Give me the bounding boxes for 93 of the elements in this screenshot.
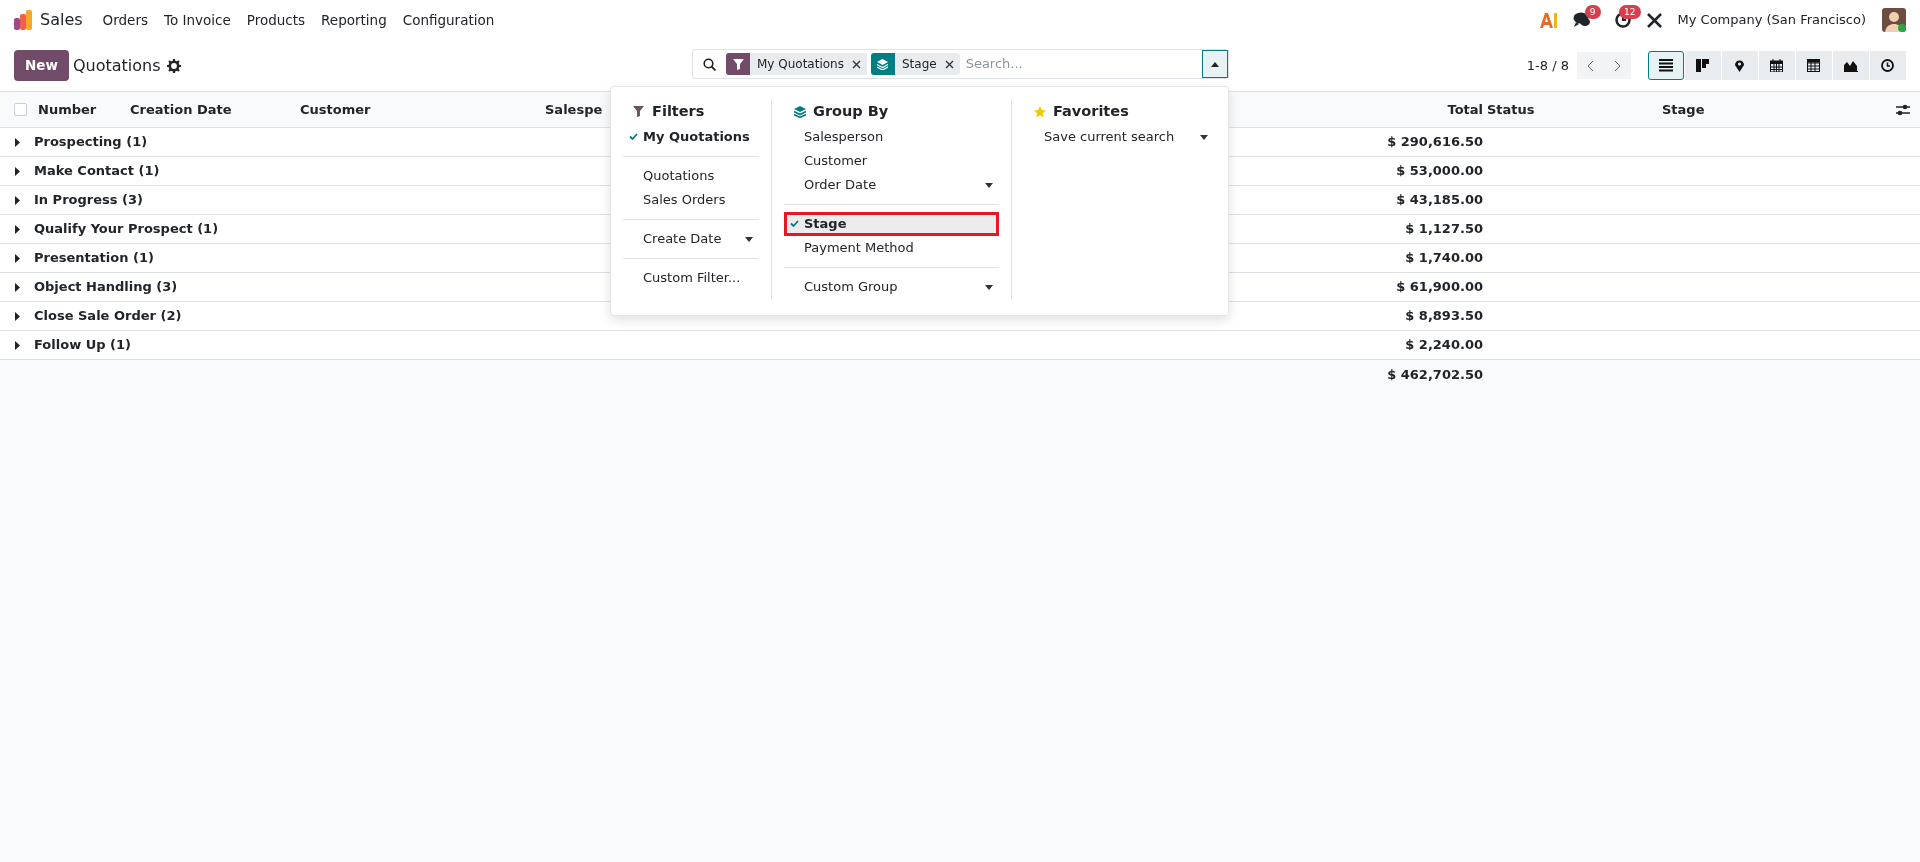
app-name[interactable]: Sales xyxy=(40,8,83,32)
pivot-table-icon xyxy=(1807,59,1821,72)
page-title: Quotations xyxy=(72,54,161,77)
settings-sliders-icon[interactable] xyxy=(1896,103,1910,116)
filter-icon xyxy=(633,106,645,118)
group-row-label[interactable]: Prospecting (1) xyxy=(34,134,148,150)
close-icon[interactable] xyxy=(944,59,954,69)
caret-icon xyxy=(745,236,753,242)
menu-option[interactable]: My Quotations xyxy=(623,125,759,149)
ai-icon[interactable] xyxy=(1539,12,1557,28)
chat-icon[interactable] xyxy=(1572,12,1591,28)
menu-item[interactable]: Configuration xyxy=(394,9,503,31)
caret-icon xyxy=(1211,61,1219,67)
group-row-label[interactable]: Follow Up (1) xyxy=(34,337,131,353)
counter-badge: 9 xyxy=(1584,5,1601,19)
menu-option[interactable]: Sales Orders xyxy=(623,188,759,212)
column-header[interactable]: Status xyxy=(1487,101,1535,117)
total-cell: $ 290,616.50 xyxy=(1387,134,1483,150)
view-button[interactable] xyxy=(1722,51,1758,80)
menu-item[interactable]: To Invoice xyxy=(156,9,239,31)
caret-icon xyxy=(985,284,993,290)
total-cell: $ 53,000.00 xyxy=(1396,163,1483,179)
chevron-right-icon xyxy=(1614,59,1621,72)
menu-option[interactable]: Order Date xyxy=(784,173,999,197)
menu-option[interactable]: Stage xyxy=(784,212,999,236)
column-header[interactable]: Creation Date xyxy=(130,101,232,117)
column-header[interactable]: Customer xyxy=(300,101,371,117)
column-header[interactable]: Total xyxy=(1447,101,1483,117)
filter-icon xyxy=(732,58,744,70)
view-button[interactable] xyxy=(1648,51,1684,80)
group-row-label[interactable]: Presentation (1) xyxy=(34,250,154,266)
group-row-label[interactable]: Object Handling (3) xyxy=(34,279,178,295)
map-pin-icon xyxy=(1733,59,1747,72)
kanban-icon xyxy=(1696,59,1710,72)
menu-item[interactable]: Products xyxy=(238,9,314,31)
total-cell: $ 1,127.50 xyxy=(1405,221,1483,237)
pager-value: 1-8 / 8 xyxy=(1526,56,1569,75)
menu-option[interactable]: Custom Group xyxy=(784,275,999,299)
check-icon xyxy=(629,133,638,140)
layers-icon xyxy=(877,58,889,70)
panel-heading: Favorites xyxy=(1053,102,1129,122)
area-chart-icon xyxy=(1844,59,1858,72)
list-icon xyxy=(1659,59,1673,72)
view-button[interactable] xyxy=(1685,51,1721,80)
total-cell: $ 8,893.50 xyxy=(1405,308,1483,324)
counter-badge: 12 xyxy=(1619,5,1641,19)
chevron-left-icon xyxy=(1587,59,1594,72)
select-all-checkbox[interactable] xyxy=(14,103,27,116)
panel-heading: Filters xyxy=(652,102,705,122)
company-name[interactable]: My Company (San Francisco) xyxy=(1677,10,1866,30)
menu-option[interactable]: Save current search xyxy=(1024,125,1214,149)
menu-option[interactable]: Custom Filter... xyxy=(623,266,759,290)
caret-icon xyxy=(985,182,993,188)
menu-item[interactable]: Reporting xyxy=(313,9,395,31)
new-button[interactable]: New xyxy=(14,50,69,81)
menu-option[interactable]: Salesperson xyxy=(784,125,999,149)
close-icon[interactable] xyxy=(851,59,861,69)
column-header[interactable]: Stage xyxy=(1662,101,1705,117)
layers-icon xyxy=(794,106,806,118)
column-header[interactable]: Number xyxy=(38,101,97,117)
avatar-icon[interactable] xyxy=(1882,8,1906,32)
group-row-label[interactable]: In Progress (3) xyxy=(34,192,143,208)
menu-item[interactable]: Orders xyxy=(94,9,156,31)
view-button[interactable] xyxy=(1796,51,1832,80)
view-button[interactable] xyxy=(1759,51,1795,80)
search-field[interactable]: My Quotations Stage Search... xyxy=(692,49,1229,79)
group-row-label[interactable]: Qualify Your Prospect (1) xyxy=(34,221,219,237)
gear-icon[interactable] xyxy=(166,58,181,73)
star-icon xyxy=(1034,106,1046,118)
facet-label: My Quotations xyxy=(757,56,844,73)
menu-option[interactable]: Customer xyxy=(784,149,999,173)
column-header[interactable]: Salespe xyxy=(545,101,603,117)
dropdown-toggle-button[interactable] xyxy=(1202,50,1228,78)
caret-icon xyxy=(1200,134,1208,140)
facet-label: Stage xyxy=(901,56,937,73)
group-row-label[interactable]: Make Contact (1) xyxy=(34,163,160,179)
menu-option[interactable]: Create Date xyxy=(623,227,759,251)
group-row-label[interactable]: Close Sale Order (2) xyxy=(34,308,182,324)
panel-heading: Group By xyxy=(813,102,889,122)
menu-option[interactable]: Quotations xyxy=(623,164,759,188)
menu-option[interactable]: Payment Method xyxy=(784,236,999,260)
clock-icon xyxy=(1881,59,1895,72)
total-cell: $ 43,185.00 xyxy=(1396,192,1483,208)
total-cell: $ 2,240.00 xyxy=(1405,337,1483,353)
total-cell: $ 1,740.00 xyxy=(1405,250,1483,266)
view-button[interactable] xyxy=(1870,51,1906,80)
view-button[interactable] xyxy=(1833,51,1869,80)
search-icon xyxy=(703,57,716,71)
check-icon xyxy=(790,220,799,227)
app-logo-icon xyxy=(14,10,34,30)
grand-total: $ 462,702.50 xyxy=(1387,366,1483,382)
calendar-icon xyxy=(1770,59,1784,72)
total-cell: $ 61,900.00 xyxy=(1396,279,1483,295)
